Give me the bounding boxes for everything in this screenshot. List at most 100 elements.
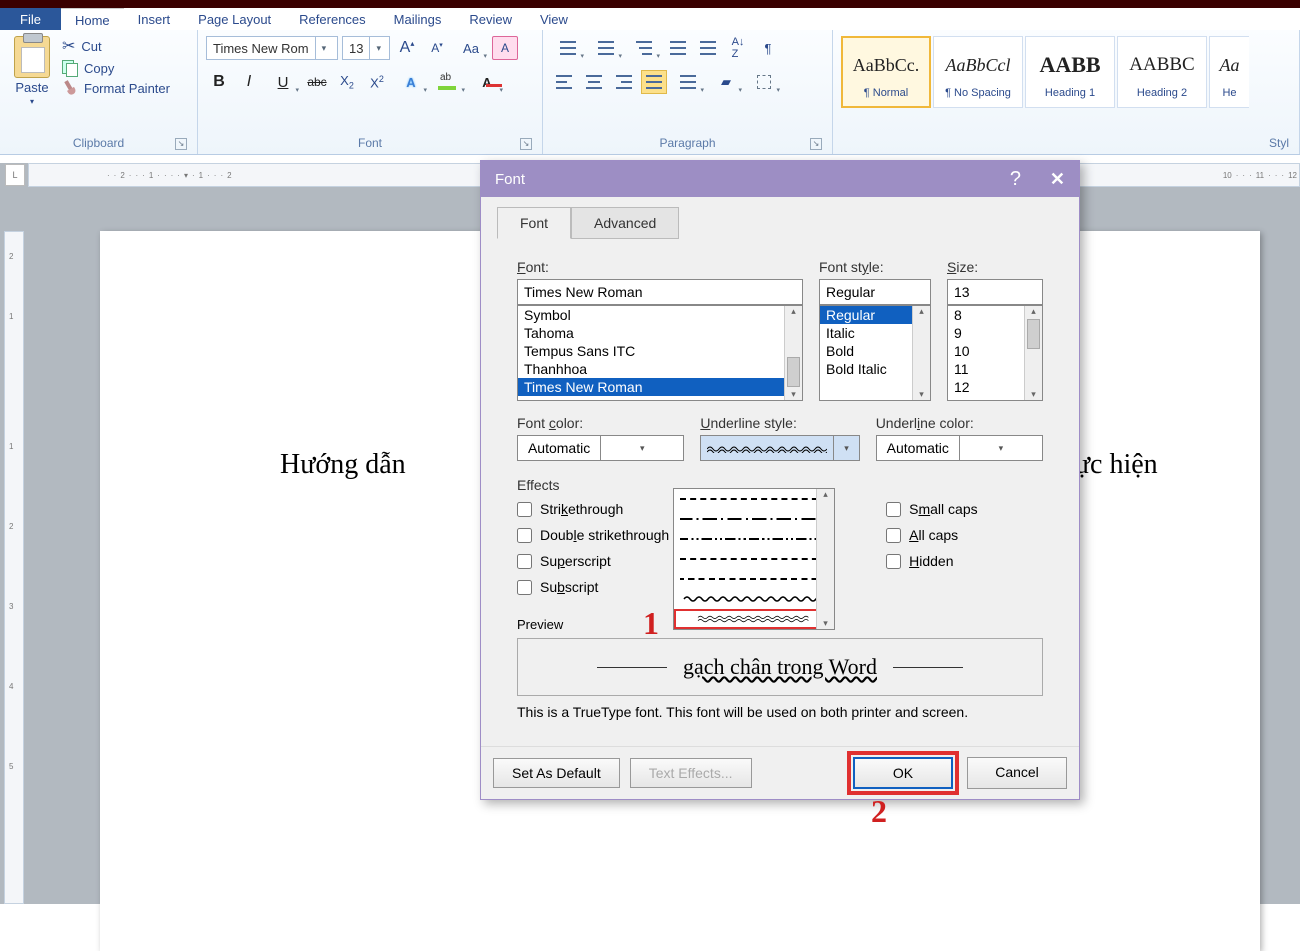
tab-review[interactable]: Review [455,8,526,30]
font-color-button[interactable]: A▾ [470,70,504,94]
change-case-button[interactable]: Aa▾ [454,36,488,60]
bold-button[interactable]: B [206,70,232,94]
cut-button[interactable]: ✂Cut [62,36,170,56]
all-caps-checkbox[interactable]: All caps [886,527,1043,543]
chevron-down-icon[interactable]: ▾ [315,37,329,59]
ok-button[interactable]: OK [853,757,953,789]
underline-option[interactable] [674,609,834,629]
chevron-down-icon[interactable]: ▾ [959,436,1042,460]
shrink-font-button[interactable]: A▾ [424,36,450,60]
chevron-down-icon[interactable]: ▾ [833,436,858,460]
chevron-down-icon[interactable]: ▾ [919,389,924,400]
align-left-button[interactable] [551,70,577,94]
highlight-button[interactable]: ▾ [432,70,466,94]
grow-font-button[interactable]: A▴ [394,36,420,60]
tab-page-layout[interactable]: Page Layout [184,8,285,30]
double-strike-checkbox[interactable]: Double strikethrough [517,527,674,543]
line-spacing-button[interactable]: ▾ [671,70,705,94]
chevron-down-icon[interactable]: ▾ [1031,389,1036,400]
underline-option[interactable] [674,589,834,609]
subscript-button[interactable]: X2 [334,70,360,94]
chevron-up-icon[interactable]: ▴ [823,489,828,500]
chevron-up-icon[interactable]: ▴ [919,306,924,317]
superscript-checkbox[interactable]: Superscript [517,553,674,569]
decrease-indent-button[interactable] [665,36,691,60]
style-no-spacing[interactable]: AaBbCcl¶ No Spacing [933,36,1023,108]
style-more[interactable]: AaHe [1209,36,1249,108]
list-item[interactable]: Times New Roman [518,378,802,396]
chevron-down-icon[interactable]: ▾ [791,389,796,400]
list-item[interactable]: Thanhhoa [518,360,802,378]
dialog-launcher-icon[interactable]: ↘ [520,138,532,150]
italic-button[interactable]: I [236,70,262,94]
underline-button[interactable]: U▾ [266,70,300,94]
scrollbar[interactable]: ▴▾ [1024,306,1042,400]
underline-color-dropdown[interactable]: Automatic▾ [876,435,1043,461]
ruler-corner[interactable]: L [5,164,25,186]
scrollbar[interactable]: ▴▾ [816,489,834,629]
font-style-listbox[interactable]: Regular Italic Bold Bold Italic ▴▾ [819,305,931,401]
help-icon[interactable]: ? [1010,168,1021,191]
sort-button[interactable]: A↓Z [725,36,751,60]
list-item[interactable]: Tahoma [518,324,802,342]
tab-view[interactable]: View [526,8,582,30]
underline-option[interactable] [674,569,834,589]
clear-format-button[interactable]: A [492,36,518,60]
paste-button[interactable]: Paste ▾ [8,36,56,106]
style-heading-2[interactable]: AABBCHeading 2 [1117,36,1207,108]
underline-style-dropdown[interactable]: ▾ [700,435,859,461]
format-painter-button[interactable]: Format Painter [62,80,170,96]
borders-button[interactable]: ▾ [747,70,781,94]
font-input[interactable] [517,279,803,305]
small-caps-checkbox[interactable]: Small caps [886,501,1043,517]
align-right-button[interactable] [611,70,637,94]
strikethrough-checkbox[interactable]: Strikethrough [517,501,674,517]
close-icon[interactable]: ✕ [1050,169,1065,190]
chevron-down-icon[interactable]: ▾ [369,37,383,59]
tab-references[interactable]: References [285,8,379,30]
shading-button[interactable]: ▰▾ [709,70,743,94]
subscript-checkbox[interactable]: Subscript [517,579,674,595]
chevron-up-icon[interactable]: ▴ [791,306,796,317]
copy-button[interactable]: Copy [62,60,170,76]
tab-insert[interactable]: Insert [124,8,185,30]
bullet-list-button[interactable]: ▾ [551,36,585,60]
underline-option[interactable] [674,489,834,509]
font-style-input[interactable] [819,279,931,305]
list-item[interactable]: Tempus Sans ITC [518,342,802,360]
strike-button[interactable]: abc [304,70,330,94]
font-color-dropdown[interactable]: Automatic▾ [517,435,684,461]
tab-mailings[interactable]: Mailings [380,8,456,30]
tab-font[interactable]: Font [497,207,571,239]
increase-indent-button[interactable] [695,36,721,60]
underline-option[interactable] [674,549,834,569]
hidden-checkbox[interactable]: Hidden [886,553,1043,569]
set-default-button[interactable]: Set As Default [493,758,620,788]
number-list-button[interactable]: ▾ [589,36,623,60]
show-marks-button[interactable]: ¶ [755,36,781,60]
justify-button[interactable] [641,70,667,94]
scrollbar[interactable]: ▴▾ [784,306,802,400]
font-size-combo[interactable]: 13▾ [342,36,390,60]
font-listbox[interactable]: Symbol Tahoma Tempus Sans ITC Thanhhoa T… [517,305,803,401]
tab-home[interactable]: Home [61,8,124,30]
dialog-title-bar[interactable]: Font ? ✕ [481,161,1079,197]
tab-advanced[interactable]: Advanced [571,207,679,239]
superscript-button[interactable]: X2 [364,70,390,94]
underline-option[interactable] [674,509,834,529]
multilevel-list-button[interactable]: ▾ [627,36,661,60]
align-center-button[interactable] [581,70,607,94]
text-effects-button[interactable]: A▾ [394,70,428,94]
list-item[interactable]: Symbol [518,306,802,324]
scrollbar[interactable]: ▴▾ [912,306,930,400]
size-input[interactable] [947,279,1043,305]
dialog-launcher-icon[interactable]: ↘ [810,138,822,150]
chevron-down-icon[interactable]: ▾ [600,436,683,460]
chevron-up-icon[interactable]: ▴ [1031,306,1036,317]
dialog-launcher-icon[interactable]: ↘ [175,138,187,150]
chevron-down-icon[interactable]: ▾ [823,618,828,629]
text-effects-button[interactable]: Text Effects... [630,758,752,788]
underline-option[interactable] [674,529,834,549]
underline-style-popup[interactable]: ▴▾ [673,488,835,630]
font-name-combo[interactable]: Times New Rom▾ [206,36,338,60]
